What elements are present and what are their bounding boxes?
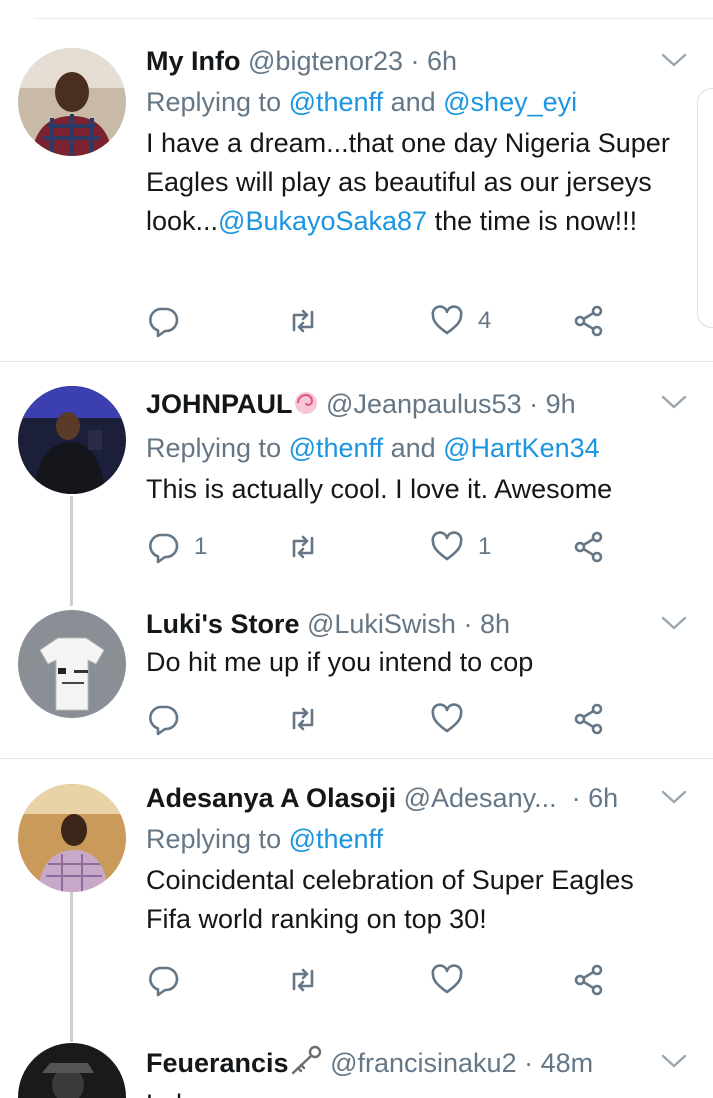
reply-button[interactable] [146,699,180,739]
timestamp[interactable]: · 48m [524,1048,593,1078]
handle[interactable]: @LukiSwish [307,609,456,639]
mention-link[interactable]: @BukayoSaka87 [218,206,427,236]
share-button[interactable] [572,301,606,341]
like-icon [430,530,464,564]
display-name[interactable]: JOHNPAUL [146,389,293,419]
reply-count: 1 [194,533,208,560]
tweet-header: JOHNPAUL @Jeanpaulus53 · 9h [146,387,683,424]
reply-button[interactable]: 1 [146,527,207,567]
retweet-button[interactable] [286,301,320,341]
chevron-down-icon[interactable] [661,613,687,633]
avatar[interactable] [18,1043,126,1098]
avatar[interactable] [18,48,126,156]
avatar[interactable] [18,610,126,718]
reply-icon [146,530,180,564]
divider [0,758,713,759]
share-button[interactable] [572,960,606,1000]
reply-icon [146,963,180,997]
like-button[interactable] [430,960,464,1000]
tweet-text: Lol [146,1085,683,1098]
timestamp[interactable]: · 9h [529,389,576,419]
display-name[interactable]: Adesanya A Olasoji [146,783,396,813]
divider [0,361,713,362]
avatar[interactable] [18,386,126,494]
retweet-icon [286,304,320,338]
share-icon [572,304,606,338]
mention-link[interactable]: @thenff [289,824,383,854]
like-count: 1 [478,533,492,560]
replying-to: Replying to @thenff [146,824,384,854]
handle[interactable]: @bigtenor23 [248,46,403,76]
retweet-icon [286,530,320,564]
mention-link[interactable]: @thenff [289,433,383,463]
reply-button[interactable] [146,960,180,1000]
chevron-down-icon[interactable] [661,787,687,807]
like-count: 4 [478,307,492,334]
tweet-text: Coincidental celebration of Super Eagles… [146,865,634,934]
tweet-text: This is actually cool. I love it. Awesom… [146,474,613,504]
retweet-button[interactable] [286,699,320,739]
lollipop-emoji [293,390,319,424]
reply-icon [146,304,180,338]
thread-line [70,892,73,1042]
tweet-text: I have a dream...that one day Nigeria Su… [146,128,670,236]
timestamp[interactable]: · 6h [572,783,619,813]
retweet-icon [286,963,320,997]
like-icon [430,304,464,338]
mention-link[interactable]: @shey_eyi [443,87,577,117]
handle[interactable]: @francisinaku2 [330,1048,517,1078]
handle[interactable]: @Adesany... [404,783,557,813]
reply-button[interactable] [146,301,180,341]
scroll-indicator[interactable] [697,88,713,328]
replying-to: Replying to @thenff and @shey_eyi [146,87,578,117]
key-emoji [289,1045,323,1083]
like-button[interactable]: 4 [430,301,491,341]
retweet-button[interactable] [286,527,320,567]
share-icon [572,963,606,997]
timestamp[interactable]: · 8h [463,609,510,639]
chevron-down-icon[interactable] [661,1051,687,1071]
share-icon [572,530,606,564]
display-name[interactable]: Luki's Store [146,609,299,639]
tweet-header: Adesanya A Olasoji @Adesany... · 6h [146,781,683,815]
share-button[interactable] [572,699,606,739]
timestamp[interactable]: · 6h [411,46,458,76]
avatar[interactable] [18,784,126,892]
chevron-down-icon[interactable] [661,50,687,70]
display-name[interactable]: Feuerancis [146,1048,289,1078]
top-divider [34,18,713,19]
tweet-header: Feuerancis @francisinaku2 · 48m [146,1045,683,1083]
retweet-button[interactable] [286,960,320,1000]
tweet-header: My Info @bigtenor23 · 6h [146,44,683,78]
tweet-text: Do hit me up if you intend to cop [146,647,534,677]
like-button[interactable]: 1 [430,527,491,567]
share-button[interactable] [572,527,606,567]
thread-line [70,496,73,606]
like-icon [430,702,464,736]
replying-to: Replying to @thenff and @HartKen34 [146,433,600,463]
mention-link[interactable]: @thenff [289,87,383,117]
tweet-header: Luki's Store @LukiSwish · 8h [146,607,683,641]
handle[interactable]: @Jeanpaulus53 [326,389,522,419]
share-icon [572,702,606,736]
retweet-icon [286,702,320,736]
like-icon [430,963,464,997]
mention-link[interactable]: @HartKen34 [443,433,600,463]
reply-icon [146,702,180,736]
display-name[interactable]: My Info [146,46,241,76]
like-button[interactable] [430,699,464,739]
chevron-down-icon[interactable] [661,392,687,412]
